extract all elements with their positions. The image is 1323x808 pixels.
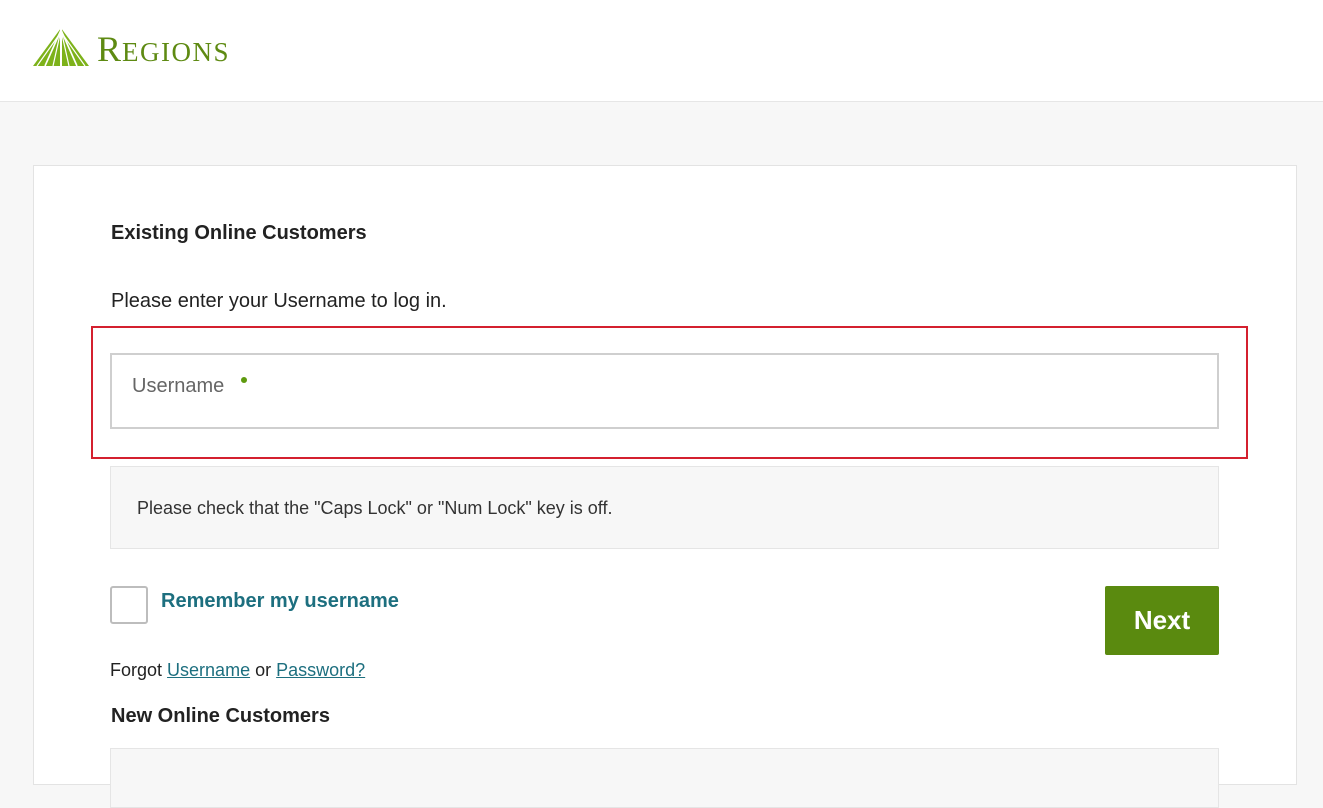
regions-logo[interactable]: REGIONS	[33, 26, 230, 70]
required-indicator	[241, 377, 247, 383]
regions-wordmark: REGIONS	[97, 28, 230, 70]
existing-customers-title: Existing Online Customers	[111, 222, 367, 244]
caps-lock-notice-text: Please check that the "Caps Lock" or "Nu…	[137, 498, 613, 518]
username-field[interactable]: Username	[110, 353, 1219, 429]
forgot-credentials: Forgot Username or Password?	[110, 660, 365, 681]
forgot-prefix: Forgot	[110, 660, 163, 680]
header: REGIONS	[0, 0, 1323, 102]
remember-username-checkbox[interactable]	[110, 586, 148, 624]
forgot-username-link[interactable]: Username	[167, 660, 250, 680]
regions-leaf-icon	[33, 28, 89, 67]
wordmark-initial: R	[97, 29, 123, 69]
wordmark-rest: EGIONS	[122, 37, 231, 67]
username-input[interactable]	[112, 355, 1217, 427]
remember-username-row: Remember my username	[110, 586, 399, 624]
new-customers-box	[110, 748, 1219, 808]
caps-lock-notice: Please check that the "Caps Lock" or "Nu…	[110, 466, 1219, 549]
remember-username-label[interactable]: Remember my username	[161, 590, 399, 613]
next-button[interactable]: Next	[1105, 586, 1219, 655]
forgot-password-link[interactable]: Password?	[276, 660, 365, 680]
forgot-or: or	[255, 660, 272, 680]
new-customers-title: New Online Customers	[111, 705, 330, 727]
login-instructions: Please enter your Username to log in.	[111, 290, 447, 312]
login-card: Existing Online Customers Please enter y…	[33, 165, 1297, 808]
